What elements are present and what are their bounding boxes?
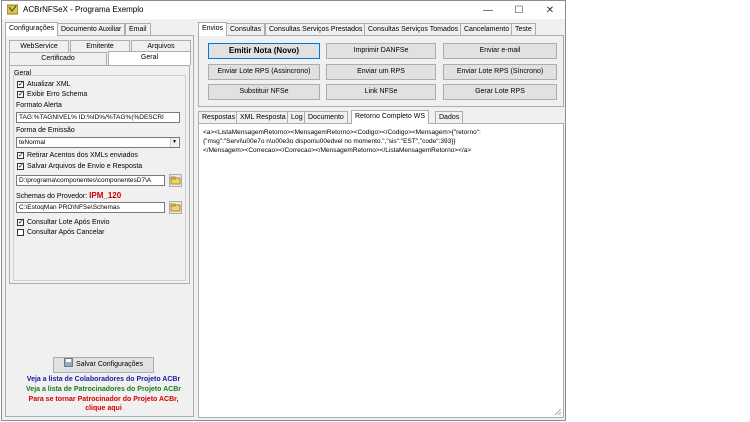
enviar-um-rps-button[interactable]: Enviar um RPS <box>326 64 436 80</box>
schemas-label: Schemas do Provedor: IPM_120 <box>16 191 121 200</box>
minimize-button[interactable]: — <box>474 1 502 19</box>
exibir-erro-checkbox[interactable]: ✓ <box>17 91 24 98</box>
folder-icon <box>170 203 181 212</box>
memo-line-1: <a><ListaMensagemRetorno><MensagemRetorn… <box>203 129 481 136</box>
maximize-icon: ☐ <box>514 4 524 16</box>
retirar-acentos-checkbox[interactable]: ✓ <box>17 152 24 159</box>
save-icon <box>64 358 73 367</box>
gerar-lote-rps-button[interactable]: Gerar Lote RPS <box>443 84 557 100</box>
chevron-down-icon: ▼ <box>170 138 178 147</box>
salvar-configuracoes-button[interactable]: Salvar Configurações <box>53 357 154 373</box>
link-nfse-button[interactable]: Link NFSe <box>326 84 436 100</box>
salvar-arquivos-checkbox[interactable]: ✓ <box>17 163 24 170</box>
enviar-lote-sincrono-button[interactable]: Enviar Lote RPS (Síncrono) <box>443 64 557 80</box>
tab-envios[interactable]: Envios <box>198 22 228 36</box>
close-icon: ✕ <box>545 4 555 16</box>
colaboradores-link[interactable]: Veja a lista de Colaboradores do Projeto… <box>6 376 201 383</box>
retirar-acentos-label: Retirar Acentos dos XMLs enviados <box>27 152 138 159</box>
minimize-icon: — <box>483 4 493 16</box>
patrocinador-link-line1[interactable]: Para se tornar Patrocinador do Projeto A… <box>6 396 201 403</box>
atualizar-xml-label: Atualizar XML <box>27 81 71 88</box>
subtab-certificado[interactable]: Certificado <box>9 52 107 65</box>
schemas-provider: IPM_120 <box>89 191 122 200</box>
atualizar-xml-checkbox[interactable]: ✓ <box>17 81 24 88</box>
geral-panel: Geral ✓ Atualizar XML ✓ Exibir Erro Sche… <box>9 65 190 284</box>
salvar-arquivos-label: Salvar Arquivos de Envio e Resposta <box>27 163 143 170</box>
forma-emissao-value: teNormal <box>19 139 46 146</box>
formato-alerta-label: Formato Alerta <box>16 102 62 109</box>
emitir-nota-button[interactable]: Emitir Nota (Novo) <box>208 43 320 59</box>
consultar-lote-label: Consultar Lote Após Envio <box>27 219 110 226</box>
tab-retorno-completo[interactable]: Retorno Completo WS <box>351 110 430 124</box>
browse-path-button[interactable] <box>169 174 182 187</box>
schemas-path-input[interactable]: C:\EstoqMan PRO\NFSe\Schemas <box>16 202 165 213</box>
maximize-button[interactable]: ☐ <box>505 1 533 19</box>
close-button[interactable]: ✕ <box>536 1 564 19</box>
main-window: ACBrNFSeX - Programa Exemplo — ☐ ✕ Confi… <box>1 0 566 421</box>
consultar-lote-checkbox[interactable]: ✓ <box>17 219 24 226</box>
folder-icon <box>170 176 181 185</box>
resize-grip-icon[interactable] <box>554 408 562 416</box>
schemas-label-text: Schemas do Provedor: <box>16 193 88 200</box>
patrocinador-link-line2[interactable]: clique aqui <box>6 405 201 412</box>
consultar-cancelar-label: Consultar Após Cancelar <box>27 229 105 236</box>
salvar-configuracoes-label: Salvar Configurações <box>76 361 143 368</box>
memo-line-2: {"msg":"Servi\u00e7o n\u00e3o dispon\u00… <box>203 138 456 145</box>
consultar-cancelar-checkbox[interactable] <box>17 229 24 236</box>
forma-emissao-label: Forma de Emissão <box>16 127 75 134</box>
retorno-memo[interactable]: <a><ListaMensagemRetorno><MensagemRetorn… <box>198 123 564 418</box>
config-panel: WebService Emitente Arquivos Certificado… <box>5 35 194 417</box>
memo-line-3: </Mensagem><Correcao></Correcao></Mensag… <box>203 147 472 154</box>
forma-emissao-select[interactable]: teNormal ▼ <box>16 137 180 148</box>
envios-panel: Emitir Nota (Novo) Imprimir DANFSe Envia… <box>198 35 564 107</box>
subtab-geral[interactable]: Geral <box>108 51 191 65</box>
app-icon <box>7 4 18 15</box>
patrocinadores-link[interactable]: Veja a lista de Patrocinadores do Projet… <box>6 386 201 393</box>
browse-schemas-button[interactable] <box>169 201 182 214</box>
exibir-erro-label: Exibir Erro Schema <box>27 91 88 98</box>
window-title: ACBrNFSeX - Programa Exemplo <box>23 5 144 14</box>
substituir-nfse-button[interactable]: Substituir NFSe <box>208 84 320 100</box>
enviar-lote-assincrono-button[interactable]: Enviar Lote RPS (Assincrono) <box>208 64 320 80</box>
tab-configuracoes[interactable]: Configurações <box>5 22 59 36</box>
path-arquivos-input[interactable]: D:\programa\componentes\componentesD7\A <box>16 175 165 186</box>
formato-alerta-input[interactable]: TAG:%TAGNIVEL% ID:%ID%/%TAG%(%DESCRI <box>16 112 180 123</box>
imprimir-danfse-button[interactable]: Imprimir DANFSe <box>326 43 436 59</box>
enviar-email-button[interactable]: Enviar e-mail <box>443 43 557 59</box>
title-bar[interactable]: ACBrNFSeX - Programa Exemplo — ☐ ✕ <box>2 1 565 19</box>
